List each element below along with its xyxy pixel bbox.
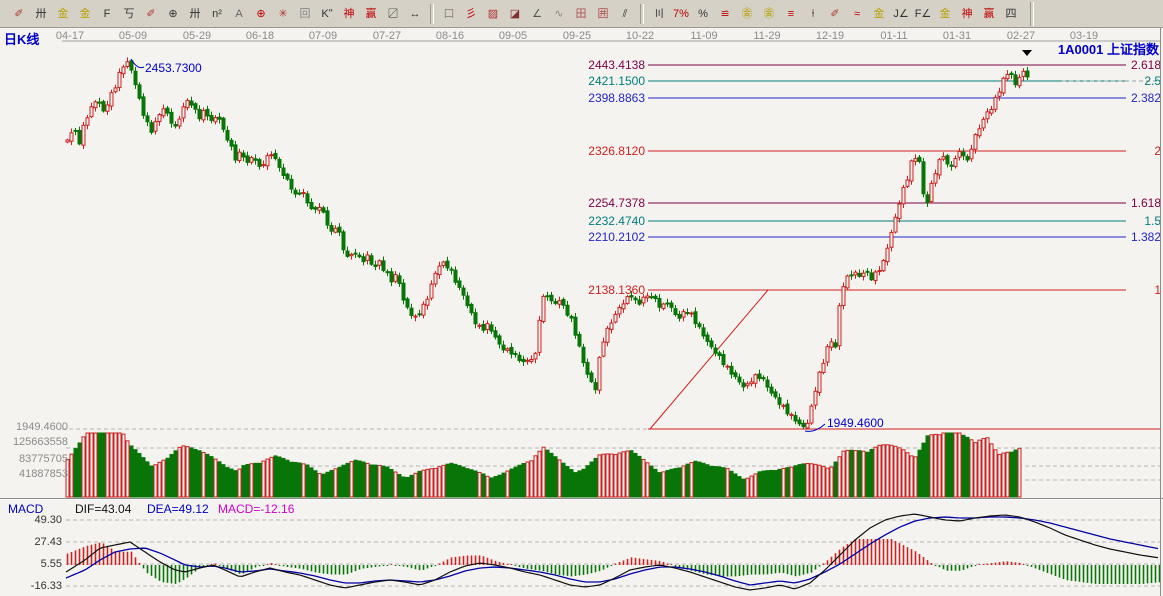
kline-period-label[interactable]: 日K线	[4, 29, 39, 48]
peak-price-annotation: 2453.7300	[145, 61, 202, 75]
fib-ratio-label: 2.382	[1131, 91, 1161, 105]
date-tick-label: 01-11	[880, 30, 907, 42]
fib-price-label: 2138.1360	[588, 283, 645, 297]
volume-scale-label: 125663558	[0, 436, 68, 448]
macd-dif-value: DIF=43.04	[75, 502, 131, 516]
macd-scale-label: 27.43	[0, 536, 62, 548]
volume-scale-label: 83775705	[0, 453, 68, 465]
date-tick-label: 11-29	[753, 30, 780, 42]
date-tick-label: 06-18	[246, 30, 274, 42]
macd-macd-value: MACD=-12.16	[218, 502, 294, 516]
fib-price-label: 2443.4138	[588, 58, 645, 72]
date-tick-label: 01-31	[943, 30, 971, 42]
fib-ratio-label: 2.5	[1144, 74, 1161, 88]
date-tick-label: 03-19	[1070, 30, 1098, 42]
fib-price-label: 2254.7378	[588, 196, 645, 210]
fib-price-label: 2326.8120	[588, 144, 645, 158]
date-tick-label: 10-22	[626, 30, 654, 42]
date-tick-label: 07-27	[373, 30, 401, 42]
date-tick-label: 04-17	[56, 30, 84, 42]
volume-macd-divider	[0, 498, 1163, 500]
fib-price-label: 2421.1500	[588, 74, 645, 88]
macd-pane-title[interactable]: MACD	[8, 502, 43, 516]
macd-dea-value: DEA=49.12	[147, 502, 209, 516]
fib-price-label: 2398.8863	[588, 91, 645, 105]
current-bar-marker-icon	[1022, 50, 1032, 56]
fib-ratio-label: 2.618	[1131, 58, 1161, 72]
stock-chart-window: ✐卅金金F丂✐⊕卅n²A⊕✳回Kʺ神赢〼↔口彡▨◪∠∿田囲⫽〣7%%≌㊎㊎≡⍿✐…	[0, 0, 1163, 596]
macd-scale-label: -16.33	[0, 580, 62, 592]
date-tick-label: 05-29	[183, 30, 211, 42]
date-tick-label: 02-27	[1007, 30, 1035, 42]
date-tick-label: 09-25	[563, 30, 591, 42]
date-tick-label: 09-05	[499, 30, 527, 42]
fib-ratio-label: 1.5	[1144, 214, 1161, 228]
date-tick-label: 05-09	[119, 30, 147, 42]
fib-ratio-label: 1.618	[1131, 196, 1161, 210]
low-price-annotation: 1949.4600	[827, 416, 884, 430]
fib-price-label: 2210.2102	[588, 230, 645, 244]
volume-scale-label: 1949.4600	[0, 421, 68, 433]
window-right-border	[1160, 28, 1161, 596]
volume-scale-label: 41887853	[0, 468, 68, 480]
fib-price-label: 2232.4740	[588, 214, 645, 228]
date-tick-label: 07-09	[309, 30, 337, 42]
date-tick-label: 11-09	[690, 30, 717, 42]
fib-ratio-label: 1.382	[1131, 230, 1161, 244]
date-tick-label: 08-16	[436, 30, 464, 42]
date-tick-label: 12-19	[816, 30, 844, 42]
macd-scale-label: 5.55	[0, 558, 62, 570]
